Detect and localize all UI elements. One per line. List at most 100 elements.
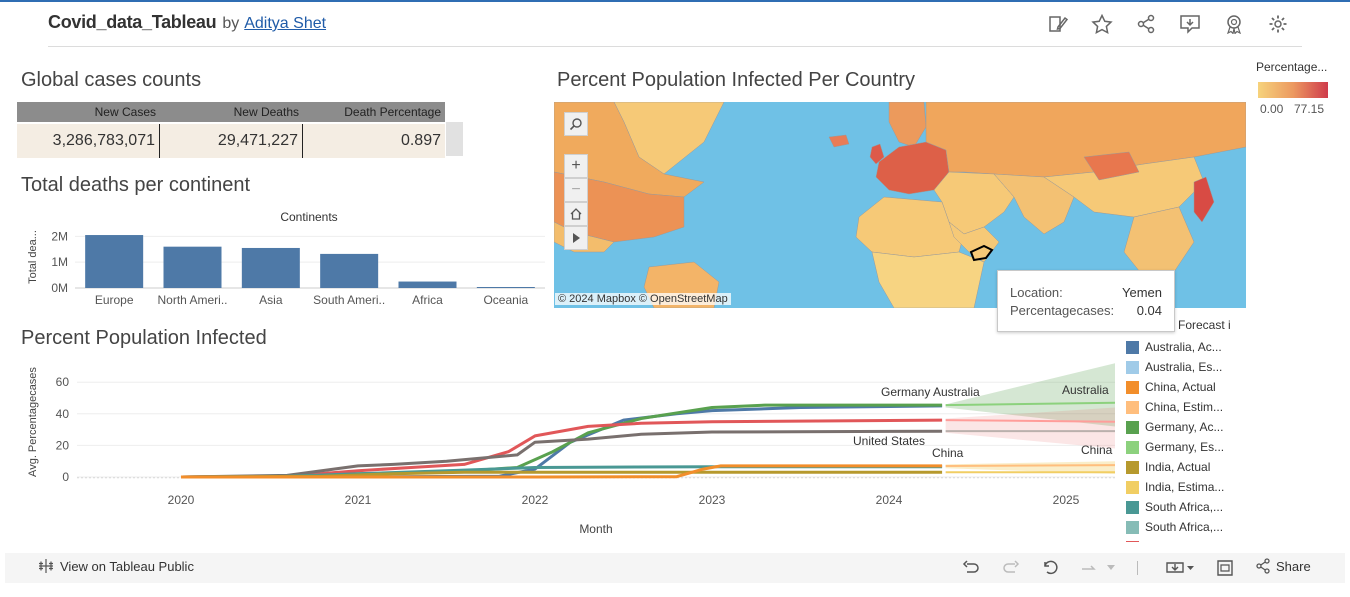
- table-scrollbar[interactable]: [446, 122, 463, 156]
- view-on-tableau-public-link[interactable]: View on Tableau Public: [38, 558, 194, 574]
- map-region-iceland[interactable]: [828, 134, 850, 148]
- legend-label: China, Estim...: [1145, 400, 1224, 414]
- viz-header: Covid_data_Tableau by Aditya Shet: [48, 12, 326, 36]
- line-chart-x-label: Month: [579, 522, 612, 536]
- forecast-legend-item[interactable]: Australia, Es...: [1126, 357, 1232, 377]
- forecast-legend-item[interactable]: China, Estim...: [1126, 397, 1232, 417]
- legend-swatch: [1126, 400, 1139, 414]
- by-label: by: [222, 15, 240, 32]
- line-chart-annotation: China: [932, 446, 964, 460]
- zoom-in-button[interactable]: +: [564, 154, 588, 178]
- legend-label: South Africa,...: [1145, 500, 1224, 514]
- legend-label: Australia, Es...: [1145, 360, 1223, 374]
- bar-0: [85, 235, 144, 288]
- forecast-legend-item[interactable]: India, Actual: [1126, 457, 1232, 477]
- bar-chart-y-tick: 1M: [51, 255, 68, 269]
- legend-swatch: [1126, 360, 1139, 374]
- map-region-southeast-asia[interactable]: [1123, 206, 1195, 278]
- line-chart-annotation: Australia: [1062, 383, 1109, 397]
- legend-label: Germany, Ac...: [1145, 420, 1224, 434]
- legend-label: India, Estima...: [1145, 480, 1225, 494]
- table-row[interactable]: 3,286,783,071 29,471,227 0.897: [17, 124, 445, 158]
- legend-swatch: [1126, 440, 1139, 454]
- bar-category-label: Asia: [259, 293, 283, 307]
- zoom-out-button[interactable]: −: [564, 178, 588, 202]
- tooltip-location-value: Yemen: [1122, 285, 1162, 300]
- refresh-icon[interactable]: [1078, 558, 1100, 578]
- legend-label: China, Actual: [1145, 380, 1216, 394]
- map-region-japan-korea[interactable]: [1193, 176, 1215, 223]
- award-icon[interactable]: [1221, 12, 1247, 36]
- line-chart-annotation: United States: [853, 434, 925, 448]
- play-icon[interactable]: [564, 226, 588, 250]
- fullscreen-icon[interactable]: [1214, 558, 1236, 578]
- bar-category-label: Oceania: [483, 293, 528, 307]
- download-icon[interactable]: [1164, 558, 1196, 578]
- line-chart-x-tick: 2020: [168, 493, 195, 507]
- map-legend-title: Percentage...: [1256, 60, 1328, 74]
- forecast-legend-item[interactable]: South Africa,...: [1126, 497, 1232, 517]
- legend-swatch: [1126, 500, 1139, 514]
- map-region-subsaharan-africa[interactable]: [871, 251, 985, 308]
- map-title: Percent Population Infected Per Country: [557, 69, 915, 91]
- line-chart-x-tick: 2021: [345, 493, 372, 507]
- forecast-legend-item[interactable]: Germany, Ac...: [1126, 417, 1232, 437]
- revert-icon[interactable]: [1040, 558, 1062, 578]
- edit-icon[interactable]: [1045, 12, 1071, 36]
- forecast-legend-item[interactable]: Australia, Ac...: [1126, 337, 1232, 357]
- bar-chart-y-tick: 0M: [51, 281, 68, 295]
- line-chart-x-tick: 2023: [699, 493, 726, 507]
- star-icon[interactable]: [1089, 12, 1115, 36]
- forecast-legend[interactable]: Australia, Ac... Australia, Es... China, A…: [1126, 337, 1232, 542]
- line-chart-x-tick: 2022: [522, 493, 549, 507]
- bar-category-label: Europe: [95, 293, 134, 307]
- line-chart-annotation: Australia: [933, 385, 980, 399]
- legend-swatch: [1126, 540, 1139, 542]
- refresh-dropdown-icon[interactable]: [1104, 558, 1118, 578]
- table-header-row: New Cases New Deaths Death Percentage: [17, 102, 445, 122]
- tableau-logo-icon: [39, 559, 53, 573]
- share-icon[interactable]: [1133, 12, 1159, 36]
- line-chart-x-tick: 2024: [876, 493, 903, 507]
- settings-icon[interactable]: [1265, 12, 1291, 36]
- forecast-legend-item[interactable]: India, Estima...: [1126, 477, 1232, 497]
- forecast-legend-item[interactable]: China, Actual: [1126, 377, 1232, 397]
- bar-chart-y-label: Total dea...: [27, 230, 39, 284]
- line-series-3: [180, 429, 943, 479]
- bar-4: [398, 281, 457, 288]
- share-icon: [1256, 558, 1270, 574]
- map-legend-min: 0.00: [1260, 102, 1284, 116]
- share-button[interactable]: Share: [1255, 558, 1311, 574]
- line-chart-x-tick: 2025: [1053, 493, 1080, 507]
- bar-1: [163, 246, 222, 288]
- forecast-legend-item[interactable]: United Kin...: [1126, 537, 1232, 542]
- map-region-russia[interactable]: [925, 102, 1246, 178]
- new-deaths-value: 29,471,227: [160, 124, 303, 158]
- undo-icon[interactable]: [960, 558, 982, 578]
- tooltip-pct-label: Percentagecases:: [1010, 303, 1115, 318]
- forecast-legend-item[interactable]: South Africa,...: [1126, 517, 1232, 537]
- col-death-percentage: Death Percentage: [344, 105, 441, 119]
- map-search-icon[interactable]: [564, 112, 588, 136]
- viz-title: Covid_data_Tableau: [48, 12, 217, 32]
- home-icon[interactable]: [564, 202, 588, 226]
- author-link[interactable]: Aditya Shet: [244, 15, 326, 33]
- global-cases-table: New Cases New Deaths Death Percentage 3,…: [17, 102, 463, 158]
- redo-icon[interactable]: [1000, 558, 1022, 578]
- new-cases-value: 3,286,783,071: [17, 124, 160, 158]
- legend-swatch: [1126, 460, 1139, 474]
- map-region-scandinavia[interactable]: [888, 102, 927, 148]
- legend-label: South Africa,...: [1145, 520, 1224, 534]
- legend-swatch: [1126, 420, 1139, 434]
- bar-chart-title: Continents: [280, 210, 337, 224]
- comment-icon[interactable]: [1177, 12, 1203, 36]
- line-chart-y-tick: 0: [62, 470, 69, 484]
- tooltip-pct-value: 0.04: [1136, 303, 1162, 318]
- map-tooltip: Location: Yemen Percentagecases: 0.04: [997, 270, 1175, 332]
- bar-chart-y-tick: 2M: [51, 229, 68, 243]
- bar-5: [476, 287, 535, 288]
- top-accent-line: [0, 0, 1350, 2]
- legend-label: United Kin...: [1145, 540, 1210, 542]
- death-percentage-value: 0.897: [400, 132, 441, 149]
- forecast-legend-item[interactable]: Germany, Es...: [1126, 437, 1232, 457]
